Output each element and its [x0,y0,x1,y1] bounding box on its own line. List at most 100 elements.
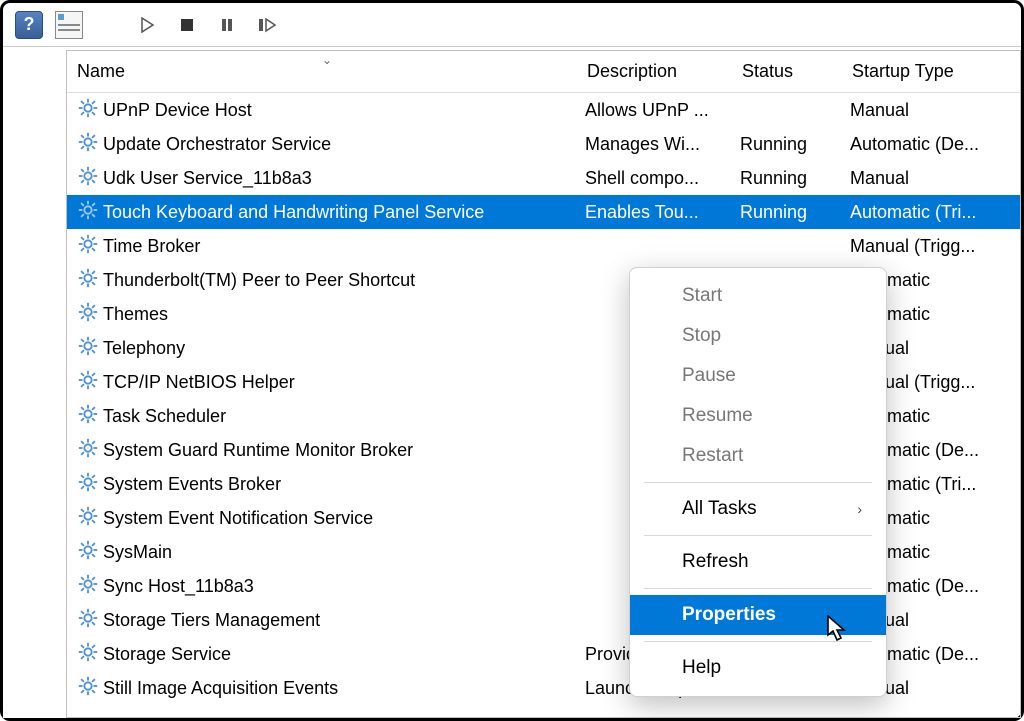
service-gear-icon [77,199,99,226]
service-description-cell: Allows UPnP ... [577,100,732,121]
service-name-label: System Event Notification Service [103,508,373,529]
service-name-cell: System Guard Runtime Monitor Broker [67,437,577,464]
menu-separator [644,482,872,483]
stop-icon [179,17,195,33]
properties-icon [55,11,83,39]
header-description[interactable]: Description [577,61,732,82]
service-gear-icon [77,607,99,634]
service-name-label: Still Image Acquisition Events [103,678,338,699]
properties-button[interactable] [53,9,85,41]
submenu-chevron-icon: › [857,501,862,517]
service-name-cell: Storage Service [67,641,577,668]
menu-resume[interactable]: Resume [630,396,886,436]
service-name-label: System Guard Runtime Monitor Broker [103,440,413,461]
menu-restart[interactable]: Restart [630,436,886,476]
service-gear-icon [77,165,99,192]
service-name-cell: Udk User Service_11b8a3 [67,165,577,192]
service-name-label: Thunderbolt(TM) Peer to Peer Shortcut [103,270,415,291]
service-row[interactable]: Time Broker Manual (Trigg... [67,229,1020,263]
service-startup-cell: Manual [842,100,1020,121]
help-button[interactable]: ? [13,9,45,41]
menu-help[interactable]: Help [630,648,886,688]
service-row[interactable]: UPnP Device Host Allows UPnP ... Manual [67,93,1020,127]
service-gear-icon [77,573,99,600]
service-gear-icon [77,369,99,396]
service-gear-icon [77,505,99,532]
stop-service-button[interactable] [171,9,203,41]
service-name-cell: Thunderbolt(TM) Peer to Peer Shortcut [67,267,577,294]
service-status-cell: Running [732,202,842,223]
restart-service-button[interactable] [251,9,283,41]
service-row[interactable]: Update Orchestrator Service Manages Wi...… [67,127,1020,161]
service-row[interactable]: Udk User Service_11b8a3 Shell compo...Run… [67,161,1020,195]
pause-icon [219,17,235,33]
service-name-cell: Telephony [67,335,577,362]
service-name-cell: Sync Host_11b8a3 [67,573,577,600]
service-name-label: Udk User Service_11b8a3 [103,168,312,189]
service-gear-icon [77,471,99,498]
service-name-label: Themes [103,304,168,325]
service-gear-icon [77,675,99,702]
service-startup-cell: Automatic (Tri... [842,202,1020,223]
service-gear-icon [77,641,99,668]
service-status-cell: Running [732,168,842,189]
service-name-label: Storage Tiers Management [103,610,320,631]
service-name-cell: SysMain [67,539,577,566]
services-list-pane: ⌄ Name Description Status Startup Type U… [66,50,1021,718]
service-status-cell: Running [732,134,842,155]
header-status[interactable]: Status [732,61,842,82]
service-name-label: Time Broker [103,236,200,257]
start-service-button[interactable] [131,9,163,41]
service-name-cell: System Events Broker [67,471,577,498]
service-description-cell: Enables Tou... [577,202,732,223]
service-gear-icon [77,233,99,260]
service-name-cell: System Event Notification Service [67,505,577,532]
menu-start[interactable]: Start [630,276,886,316]
menu-refresh[interactable]: Refresh [630,542,886,582]
service-gear-icon [77,403,99,430]
play-icon [139,17,155,33]
sort-indicator-icon: ⌄ [322,53,332,67]
service-name-label: TCP/IP NetBIOS Helper [103,372,295,393]
menu-separator [644,535,872,536]
service-name-label: System Events Broker [103,474,281,495]
header-startup[interactable]: Startup Type [842,61,1020,82]
service-name-cell: Storage Tiers Management [67,607,577,634]
mouse-cursor-icon [827,615,849,643]
service-description-cell: Manages Wi... [577,134,732,155]
service-gear-icon [77,539,99,566]
service-description-cell: Shell compo... [577,168,732,189]
service-name-cell: Update Orchestrator Service [67,131,577,158]
menu-pause[interactable]: Pause [630,356,886,396]
toolbar: ? [3,3,1021,47]
menu-stop[interactable]: Stop [630,316,886,356]
menu-separator [644,588,872,589]
service-name-label: Update Orchestrator Service [103,134,331,155]
menu-all-tasks-label: All Tasks [682,498,757,519]
service-row[interactable]: Touch Keyboard and Handwriting Panel Ser… [67,195,1020,229]
service-name-cell: TCP/IP NetBIOS Helper [67,369,577,396]
service-startup-cell: Manual [842,168,1020,189]
service-name-label: Sync Host_11b8a3 [103,576,254,597]
restart-icon [257,17,277,33]
service-startup-cell: Manual (Trigg... [842,236,1020,257]
service-gear-icon [77,267,99,294]
service-name-label: SysMain [103,542,172,563]
column-headers: Name Description Status Startup Type [67,51,1020,93]
service-gear-icon [77,335,99,362]
service-name-label: UPnP Device Host [103,100,252,121]
menu-all-tasks[interactable]: All Tasks › [630,489,886,529]
service-gear-icon [77,437,99,464]
service-name-label: Touch Keyboard and Handwriting Panel Ser… [103,202,484,223]
service-gear-icon [77,301,99,328]
service-name-cell: Themes [67,301,577,328]
service-name-label: Storage Service [103,644,231,665]
service-startup-cell: Automatic (De... [842,134,1020,155]
service-gear-icon [77,131,99,158]
service-name-cell: UPnP Device Host [67,97,577,124]
help-icon: ? [15,11,43,39]
service-gear-icon [77,97,99,124]
pause-service-button[interactable] [211,9,243,41]
service-name-cell: Task Scheduler [67,403,577,430]
service-name-label: Telephony [103,338,185,359]
